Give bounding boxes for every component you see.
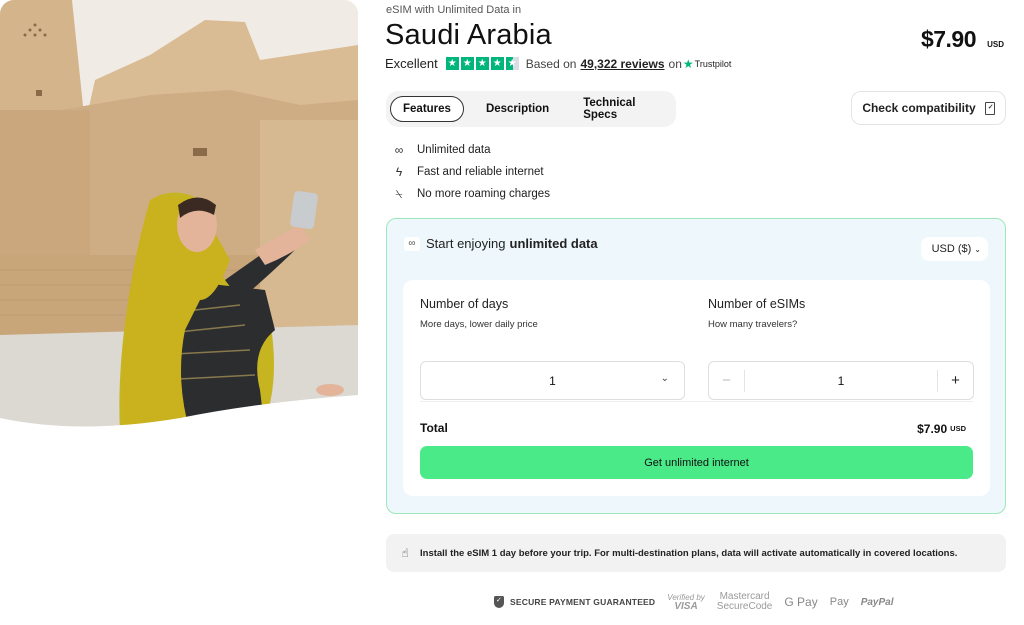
total-label: Total — [420, 421, 448, 435]
get-unlimited-internet-button[interactable]: Get unlimited internet — [420, 446, 973, 479]
esims-section: Number of eSIMs How many travelers? − 1 … — [708, 297, 974, 400]
half-star-icon: ★ — [505, 57, 519, 70]
purchase-card: ∞ Start enjoying unlimited data USD ($) … — [386, 218, 1006, 514]
currency-select[interactable]: USD ($) ⌄ — [920, 237, 988, 261]
secure-payment: SECURE PAYMENT GUARANTEED — [494, 596, 655, 608]
verified-by-visa-logo: Verified by VISA — [667, 593, 705, 612]
reviews-link[interactable]: 49,322 reviews — [580, 57, 664, 71]
price: $7.90 — [920, 26, 977, 52]
payment-methods: SECURE PAYMENT GUARANTEED Verified by VI… — [494, 592, 906, 612]
hero-illustration — [0, 0, 358, 432]
decrement-button[interactable]: − — [709, 369, 745, 392]
tabs: Features Description Technical Specs — [386, 91, 676, 127]
total-value: $7.90 USD — [917, 422, 966, 436]
card-heading-bold: unlimited data — [509, 236, 598, 251]
no-roaming-icon: ⍀ — [395, 186, 403, 201]
card-heading-prefix: Start enjoying — [426, 236, 506, 251]
divider — [420, 401, 973, 402]
tab-features[interactable]: Features — [390, 96, 464, 122]
star-icon: ★ — [460, 57, 474, 70]
visa-line2: VISA — [674, 601, 698, 612]
star-icon: ★ — [490, 57, 504, 70]
currency-select-value: USD ($) — [931, 243, 972, 255]
total-amount: $7.90 — [917, 422, 948, 436]
days-subtitle: More days, lower daily price — [420, 319, 538, 330]
star-icon: ★ — [475, 57, 489, 70]
mastercard-line2: SecureCode — [716, 601, 773, 612]
star-icon: ★ — [445, 57, 459, 70]
chevron-down-icon: ⌄ — [660, 373, 669, 384]
install-notice: ☝ Install the eSIM 1 day before your tri… — [386, 534, 1006, 572]
lightning-icon: ϟ — [395, 165, 403, 179]
days-select-value: 1 — [549, 373, 556, 388]
feature-label: Fast and reliable internet — [417, 166, 544, 178]
page-title: Saudi Arabia — [385, 19, 552, 51]
install-notice-text: Install the eSIM 1 day before your trip.… — [420, 547, 958, 559]
price-currency: USD — [987, 40, 1004, 49]
paypal-logo: PayPal — [860, 596, 894, 608]
secure-payment-label: SECURE PAYMENT GUARANTEED — [510, 597, 656, 607]
phone-check-icon — [984, 101, 995, 115]
chevron-down-icon: ⌄ — [974, 244, 981, 254]
tab-description[interactable]: Description — [474, 97, 561, 121]
rating-label: Excellent — [385, 56, 438, 71]
days-section: Number of days More days, lower daily pr… — [420, 297, 685, 400]
based-on-text: Based on — [525, 56, 577, 71]
infinity-icon: ∞ — [394, 143, 404, 157]
tap-icon: ☝ — [401, 546, 409, 560]
on-text: on — [668, 56, 682, 71]
trustpilot-stars: ★ ★ ★ ★ ★ — [445, 57, 519, 70]
feature-item: ∞ Unlimited data — [392, 139, 550, 161]
feature-item: ⍀ No more roaming charges — [392, 183, 550, 205]
days-select[interactable]: 1 ⌄ — [420, 361, 685, 400]
rating-row: Excellent ★ ★ ★ ★ ★ Based on 49,322 revi… — [385, 56, 731, 71]
check-compatibility-button[interactable]: Check compatibility — [851, 91, 1006, 125]
tab-technical-specs[interactable]: Technical Specs — [571, 91, 666, 127]
days-title: Number of days — [420, 297, 509, 311]
hero-image — [0, 0, 358, 432]
shield-icon — [494, 596, 504, 608]
esims-subtitle: How many travelers? — [708, 319, 798, 330]
card-heading: ∞ Start enjoying unlimited data — [404, 236, 598, 251]
trustpilot-logo: Trustpilot — [694, 58, 732, 69]
page-subtitle: eSIM with Unlimited Data in — [386, 4, 522, 16]
infinity-icon: ∞ — [404, 236, 420, 251]
feature-label: Unlimited data — [417, 144, 491, 156]
feature-list: ∞ Unlimited data ϟ Fast and reliable int… — [392, 139, 550, 205]
esims-stepper: − 1 + — [708, 361, 974, 400]
apple-pay-logo: Pay — [829, 596, 849, 608]
check-compatibility-label: Check compatibility — [862, 101, 976, 115]
esims-title: Number of eSIMs — [708, 297, 806, 311]
plan-configurator: Number of days More days, lower daily pr… — [403, 280, 990, 496]
google-pay-logo: G Pay — [784, 595, 818, 609]
trustpilot-star-icon: ★ — [682, 56, 694, 71]
esims-quantity[interactable]: 1 — [745, 374, 937, 388]
feature-item: ϟ Fast and reliable internet — [392, 161, 550, 183]
mastercard-securecode-logo: Mastercard SecureCode — [717, 592, 773, 612]
feature-label: No more roaming charges — [417, 188, 550, 200]
total-currency: USD — [950, 424, 966, 433]
increment-button[interactable]: + — [937, 369, 973, 392]
